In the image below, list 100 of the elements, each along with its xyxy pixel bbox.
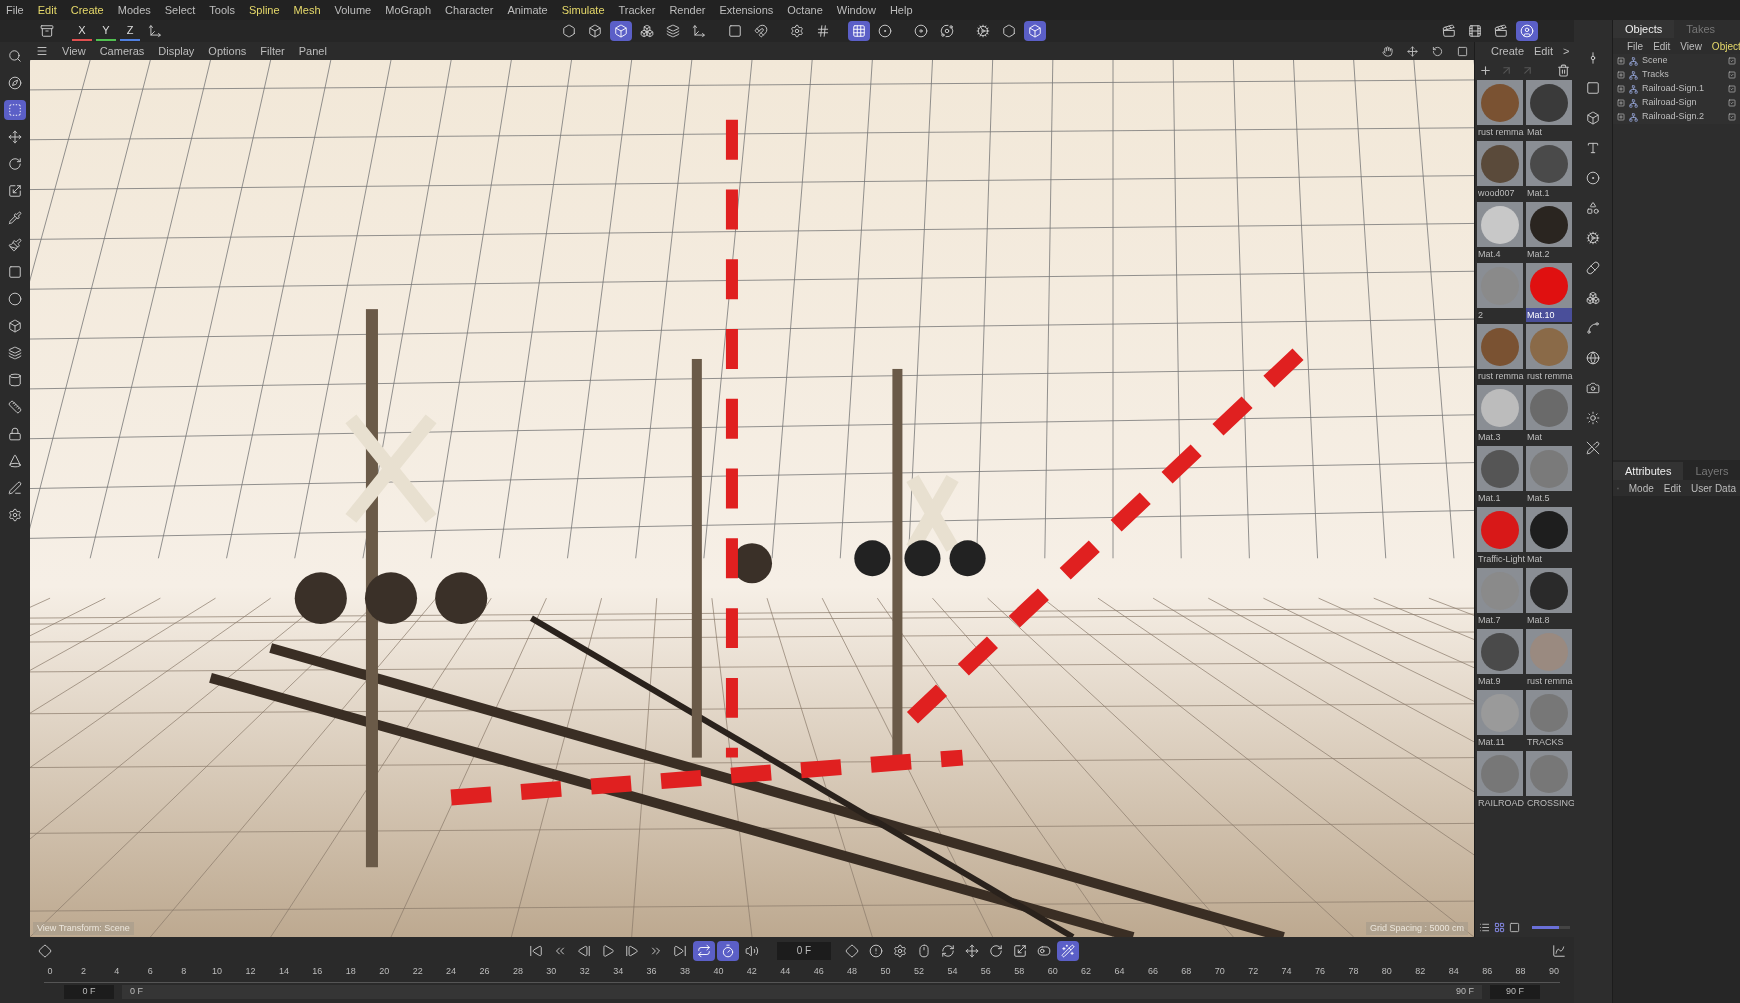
render-view-icon[interactable] — [1516, 21, 1538, 41]
material-name: Mat.10 — [1526, 308, 1572, 322]
viewport-menu-item[interactable]: Cameras — [99, 42, 145, 60]
preview-end-label: 90 F — [1456, 985, 1474, 999]
panel-tab[interactable]: Objects — [1613, 20, 1675, 38]
loop-icon[interactable] — [693, 941, 715, 961]
large-view-icon[interactable] — [1509, 921, 1520, 933]
objects-menu-item[interactable]: Edit — [1653, 38, 1671, 54]
material-name: Mat — [1526, 553, 1543, 566]
visibility-icon[interactable] — [1728, 113, 1736, 121]
frame-tick-label: 0 — [46, 965, 54, 978]
frame-tick-label: 8 — [180, 965, 188, 978]
object-name: Railroad-Sign.2 — [1642, 110, 1706, 124]
menu-item[interactable]: Character — [445, 1, 494, 19]
expand-icon[interactable] — [1617, 71, 1625, 79]
expand-icon[interactable] — [1617, 99, 1625, 107]
viewport-menu-item[interactable]: Display — [158, 42, 195, 60]
zoom-slider[interactable] — [1532, 925, 1570, 929]
menu-item[interactable]: Simulate — [561, 1, 605, 19]
grid-snap-icon[interactable] — [848, 21, 870, 41]
objects-menu-item[interactable]: File — [1627, 38, 1644, 54]
frame-tick-label: 52 — [912, 965, 925, 978]
material-menu-item[interactable]: > — [1563, 42, 1570, 60]
menu-item[interactable]: Octane — [787, 1, 823, 19]
viewport-menu-item[interactable]: View — [62, 42, 86, 60]
pan-icon[interactable] — [1382, 45, 1393, 57]
frame-tick-label: 62 — [1080, 965, 1093, 978]
menu-item[interactable]: Mesh — [293, 1, 321, 19]
wand-icon[interactable] — [1057, 941, 1079, 961]
menu-item[interactable]: Edit — [37, 1, 57, 19]
menu-item[interactable]: Animate — [507, 1, 548, 19]
menu-item[interactable]: Tools — [209, 1, 236, 19]
material-name: Mat — [1526, 431, 1543, 444]
attributes-menu-item[interactable]: Mode — [1628, 480, 1654, 496]
menu-item[interactable]: Select — [164, 1, 196, 19]
attributes-menu-item[interactable]: Edit — [1663, 480, 1681, 496]
menu-item[interactable]: Spline — [249, 1, 280, 19]
preview-start-label: 0 F — [130, 985, 143, 999]
object-name: Railroad-Sign.1 — [1642, 82, 1706, 96]
frame-field[interactable]: 0 F — [777, 942, 831, 960]
viewport-menu-item[interactable]: Panel — [298, 42, 327, 60]
frame-tick-label: 20 — [378, 965, 391, 978]
frame-tick-label: 10 — [211, 965, 224, 978]
cube-icon[interactable] — [1024, 21, 1046, 41]
move-icon[interactable] — [1407, 45, 1418, 57]
timeline-ruler[interactable]: 0 2 4 6 8 10 12 14 16 18 20 22 24 26 28 30 32 34 36 38 40 42 44 46 48 50 52 54 56 58 60 62 64 66 68 70 72 74 76 78 80 82 84 86 88 90 — [44, 965, 1560, 983]
menu-item[interactable]: Render — [669, 1, 706, 19]
viewport-menu-item[interactable]: Filter — [260, 42, 285, 60]
material-name: Mat.9 — [1477, 675, 1502, 688]
frame-tick-label: 80 — [1380, 965, 1393, 978]
polygon-mode-icon[interactable] — [610, 21, 632, 41]
add-icon[interactable] — [1479, 63, 1492, 77]
menu-item[interactable]: File — [6, 1, 24, 19]
material-name: TRACKS — [1526, 736, 1565, 749]
menu-item[interactable]: Help — [889, 1, 913, 19]
expand-icon[interactable] — [1617, 113, 1625, 121]
menu-item[interactable]: MoGraph — [385, 1, 432, 19]
visibility-icon[interactable] — [1728, 71, 1736, 79]
attributes-menu-item[interactable]: User Data — [1691, 480, 1736, 496]
preview-range-bar[interactable]: 0 F 90 F — [122, 985, 1482, 999]
list-view-icon[interactable] — [1479, 921, 1490, 933]
grid-view-icon[interactable] — [1494, 921, 1505, 933]
material-name: wood007 — [1477, 187, 1516, 200]
visibility-icon[interactable] — [1728, 57, 1736, 65]
frame-tick-label: 64 — [1113, 965, 1126, 978]
menu-item[interactable]: Extensions — [719, 1, 774, 19]
null-object-icon — [1629, 70, 1638, 80]
frame-tick-label: 66 — [1146, 965, 1159, 978]
menu-item[interactable]: Volume — [334, 1, 372, 19]
viewport-menu-item[interactable]: Options — [208, 42, 247, 60]
objects-menu-item[interactable]: View — [1680, 38, 1702, 54]
expand-icon[interactable] — [1617, 57, 1625, 65]
menu-item[interactable]: Tracker — [618, 1, 656, 19]
end-frame-field[interactable]: 90 F — [1490, 985, 1540, 999]
timer-icon[interactable] — [717, 941, 739, 961]
panel-tab[interactable]: Attributes — [1613, 462, 1684, 480]
material-menu-item[interactable]: Create — [1491, 42, 1525, 60]
start-frame-field[interactable]: 0 F — [64, 985, 114, 999]
material-name: Mat.3 — [1477, 431, 1502, 444]
frame-tick-label: 42 — [745, 965, 758, 978]
frame-tick-label: 58 — [1013, 965, 1026, 978]
frame-tick-label: 30 — [545, 965, 558, 978]
menu-item[interactable]: Create — [70, 1, 104, 19]
menu-item[interactable]: Window — [836, 1, 876, 19]
select-icon[interactable] — [4, 100, 26, 120]
visibility-icon[interactable] — [1728, 85, 1736, 93]
frame-tick-label: 72 — [1247, 965, 1260, 978]
menu-item[interactable]: Modes — [117, 1, 151, 19]
frame-tick-label: 2 — [79, 965, 87, 978]
objects-menu-item[interactable]: Object — [1711, 38, 1740, 54]
expand-icon[interactable] — [1617, 85, 1625, 93]
rotate-icon[interactable] — [1432, 45, 1443, 57]
visibility-icon[interactable] — [1728, 99, 1736, 107]
maximize-icon[interactable] — [1457, 45, 1468, 57]
material-name: CROSSING — [1526, 797, 1572, 810]
frame-tick-label: 32 — [578, 965, 591, 978]
material-menu-item[interactable]: Edit — [1534, 42, 1553, 60]
frame-tick-label: 54 — [946, 965, 959, 978]
frame-tick-label: 4 — [113, 965, 121, 978]
trash-icon[interactable] — [1557, 63, 1570, 77]
